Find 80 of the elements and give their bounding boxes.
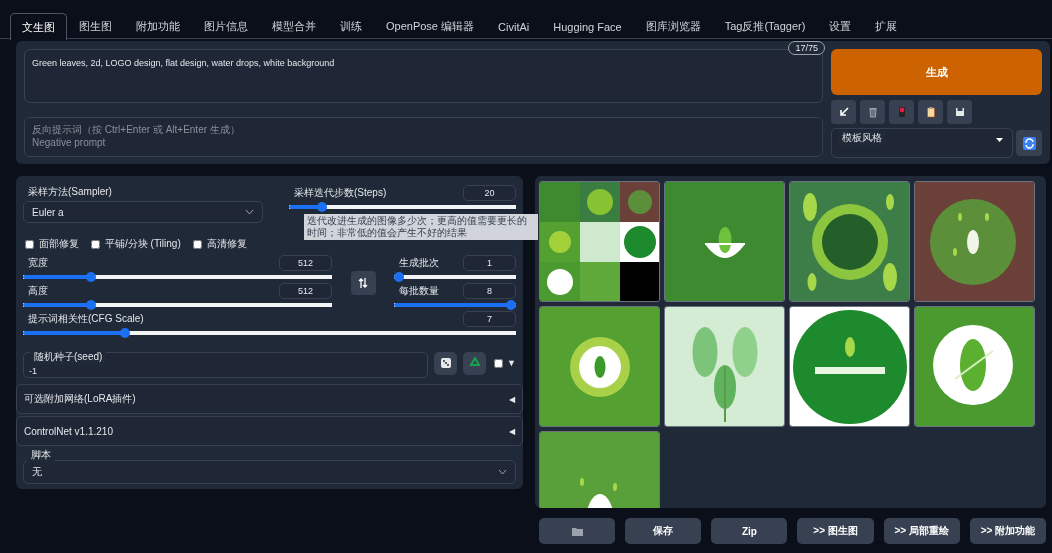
accordion-title: 可选附加网络(LoRA插件)	[24, 392, 136, 406]
dropdown-value: 无	[32, 465, 42, 479]
reuse-seed-button[interactable]	[463, 351, 487, 375]
checkbox[interactable]	[192, 239, 202, 249]
action-button[interactable]: >> 附加功能	[969, 518, 1046, 544]
arrow-button[interactable]	[831, 100, 856, 124]
number-field[interactable]: 1	[463, 255, 516, 271]
collapse-arrow: ◀	[509, 394, 515, 404]
checkbox-label: 面部修复	[39, 237, 79, 251]
tab[interactable]: 图库浏览器	[633, 13, 713, 39]
action-button[interactable]: Zip	[711, 518, 788, 544]
accordion-header[interactable]: ControlNet v1.1.210 ◀	[16, 416, 523, 446]
tab[interactable]: 图片信息	[192, 13, 260, 39]
number-field[interactable]: 512	[279, 255, 332, 271]
negative-prompt-field[interactable]: 反向提示词（按 Ctrl+Enter 或 Alt+Enter 生成） Negative prompt	[24, 117, 823, 157]
token-counter: 17/75	[788, 41, 825, 55]
open-folder-button[interactable]	[539, 518, 616, 544]
checkbox[interactable]	[25, 239, 34, 249]
seed-field[interactable]: 随机种子(seed) -1	[23, 352, 429, 378]
expand-toggle[interactable]: ▼	[507, 358, 516, 368]
refresh-button[interactable]	[1016, 130, 1042, 156]
tab[interactable]: CivitAi	[486, 13, 542, 39]
checkbox-label: 平铺/分块 (Tiling)	[105, 237, 181, 251]
slider-fill	[289, 205, 319, 209]
tooltip: 迭代改进生成的图像多少次；更高的值需要更长的时间；非常低的值会产生不好的结果	[304, 214, 538, 240]
styles-dropdown[interactable]: 模板风格	[831, 128, 1013, 158]
checkbox[interactable]	[494, 358, 504, 368]
tab[interactable]: 图生图	[67, 13, 124, 39]
number-field[interactable]: 512	[279, 283, 332, 299]
slider-thumb[interactable]	[317, 202, 328, 212]
refresh-icon	[1022, 136, 1036, 150]
slider-thumb[interactable]	[85, 300, 96, 310]
slider[interactable]	[394, 272, 516, 282]
chevron-down-icon	[245, 209, 254, 215]
tab[interactable]: Tag反推(Tagger)	[712, 13, 818, 39]
tab[interactable]: 扩展	[863, 13, 910, 39]
checkbox-label: 高清修复	[206, 237, 247, 251]
number-field[interactable]: 8	[463, 283, 516, 299]
accordion-title: ControlNet v1.1.210	[24, 425, 113, 437]
tab[interactable]: 模型合并	[260, 13, 328, 39]
floppy-disk-button[interactable]	[947, 100, 972, 124]
slider-fill	[23, 275, 88, 279]
slider-thumb[interactable]	[85, 272, 96, 282]
swap-arrows-icon	[357, 277, 369, 289]
trash-icon	[866, 106, 879, 118]
tab[interactable]: 训练	[328, 13, 374, 39]
collapse-arrow: ◀	[509, 426, 515, 436]
tab[interactable]: 附加功能	[124, 13, 192, 39]
accordion-header[interactable]: 可选附加网络(LoRA插件) ◀	[16, 384, 523, 414]
tab[interactable]: 设置	[817, 13, 864, 39]
script-dropdown[interactable]: 无	[23, 460, 516, 484]
action-button[interactable]: >> 图生图	[797, 518, 874, 544]
swap-button[interactable]	[350, 271, 376, 295]
caret-icon	[996, 138, 1003, 142]
clipboard-icon	[924, 106, 937, 118]
number-field[interactable]: 20	[463, 185, 516, 201]
generate-button[interactable]: 生成	[831, 49, 1042, 95]
action-button[interactable]: >> 局部重绘	[883, 518, 960, 544]
checkbox[interactable]	[91, 239, 100, 249]
number-field[interactable]: 7	[463, 311, 516, 327]
action-button[interactable]: 保存	[625, 518, 702, 544]
tab[interactable]: OpenPose 编辑器	[374, 13, 487, 39]
seed-value-input[interactable]: -1	[29, 366, 129, 376]
trash-button[interactable]	[860, 100, 885, 124]
field-label: 脚本	[27, 447, 55, 463]
chevron-down-icon	[498, 469, 507, 475]
clipboard-button[interactable]	[918, 100, 943, 124]
slider-thumb[interactable]	[119, 328, 130, 338]
folder-icon	[571, 526, 583, 536]
sampler-dropdown[interactable]: Euler a	[23, 201, 263, 223]
field-label: 随机种子(seed)	[30, 349, 107, 365]
dropdown-value: Euler a	[32, 206, 64, 218]
dice-icon	[439, 357, 452, 369]
slider-thumb[interactable]	[506, 300, 516, 310]
arrow-icon	[837, 106, 850, 118]
tab[interactable]: 文生图	[10, 13, 67, 40]
random-seed-button[interactable]	[434, 351, 458, 375]
slider-fill	[23, 303, 88, 307]
slider-thumb[interactable]	[394, 272, 404, 282]
tab[interactable]: Hugging Face	[541, 13, 634, 39]
